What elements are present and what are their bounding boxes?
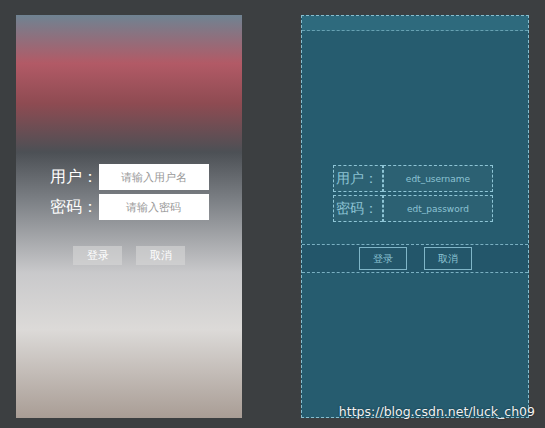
- form-button[interactable]: 登录: [73, 246, 122, 265]
- button-row: 登录取消: [73, 246, 185, 265]
- field-label: 用户：: [50, 167, 99, 188]
- design-preview: 用户：请输入用户名密码：请输入密码登录取消: [16, 15, 242, 418]
- blueprint-input[interactable]: edt_password: [383, 195, 493, 222]
- blueprint-form: 用户：edt_username密码：edt_password: [302, 31, 528, 222]
- text-input[interactable]: 请输入用户名: [99, 164, 209, 190]
- blueprint-label[interactable]: 用户：: [333, 165, 383, 192]
- form-button[interactable]: 取消: [136, 246, 185, 265]
- blueprint-button-row: 登录取消: [302, 244, 528, 273]
- blueprint-row: 密码：edt_password: [333, 195, 493, 222]
- blueprint-row: 用户：edt_username: [333, 165, 493, 192]
- text-input[interactable]: 请输入密码: [99, 194, 209, 220]
- blueprint-toolbar: [302, 16, 528, 31]
- blueprint-label[interactable]: 密码：: [333, 195, 383, 222]
- field-label: 密码：: [50, 197, 99, 218]
- blueprint-empty-area: [302, 273, 528, 417]
- layout-editor: 用户：请输入用户名密码：请输入密码登录取消用户：edt_username密码：e…: [0, 0, 545, 428]
- blueprint-button[interactable]: 取消: [424, 247, 472, 270]
- blueprint-button[interactable]: 登录: [359, 247, 407, 270]
- form-row: 用户：请输入用户名: [50, 164, 209, 190]
- blueprint-view: 用户：edt_username密码：edt_password登录取消: [301, 15, 529, 418]
- form-row: 密码：请输入密码: [50, 194, 209, 220]
- blueprint-input[interactable]: edt_username: [383, 165, 493, 192]
- watermark: https://blog.csdn.net/luck_ch09: [339, 404, 535, 419]
